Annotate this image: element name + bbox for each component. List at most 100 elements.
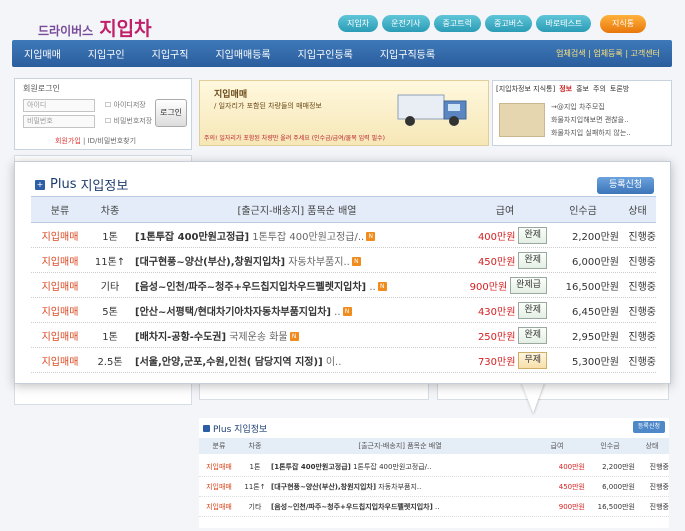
row-vehicle: 2.5톤 xyxy=(97,356,123,368)
row-vehicle: 11톤↑ xyxy=(94,256,126,268)
notice-item[interactable]: 화물차지입해보면 괜찮을.. xyxy=(551,114,631,127)
save-id-checkbox[interactable]: ☐ 아이디저장 xyxy=(105,100,146,110)
row-desc[interactable]: .. xyxy=(334,307,340,318)
mini-pay: 450만원 xyxy=(558,483,585,491)
row-desc[interactable]: 국제운송 화물 xyxy=(229,332,287,343)
mini-amount: 16,500만원 xyxy=(597,503,635,511)
row-category[interactable]: 지입매매 xyxy=(31,303,89,318)
top-tab-used-truck[interactable]: 중고트럭 xyxy=(433,15,481,32)
table-row[interactable]: 지입매매 기타 [음성~인천/파주~청주+우드칩지입차우드펠렛지입차] .. N … xyxy=(31,273,656,298)
banner-subtitle: / 일자리가 포함된 차량들의 매매정보 xyxy=(214,102,322,110)
mini-category[interactable]: 지입매매 xyxy=(199,462,239,472)
row-category[interactable]: 지입매매 xyxy=(31,278,89,293)
mini-col-route: [출근지-배송지] 품목순 배열 xyxy=(358,442,442,450)
row-category[interactable]: 지입매매 xyxy=(31,353,89,368)
top-tab-used-bus[interactable]: 중고버스 xyxy=(485,15,533,32)
mini-table-row[interactable]: 지입매매 11톤↑ [대구현풍~양산(부산),창원지입차] 자동차부품지.. 4… xyxy=(199,478,669,497)
notice-item[interactable]: →@지입 차주모집 xyxy=(551,101,631,114)
row-pay-type: 완제 xyxy=(518,226,547,244)
mini-pay: 900만원 xyxy=(558,503,585,511)
row-category[interactable]: 지입매매 xyxy=(31,253,89,268)
table-row[interactable]: 지입매매 1톤 [1톤투잡 400만원고정급] 1톤투잡 400만원고정급/..… xyxy=(31,223,656,248)
nav-right-links[interactable]: 업체검색 | 업체등록 | 고객센터 xyxy=(556,40,660,67)
table-row[interactable]: 지입매매 11톤↑ [대구현풍~양산(부산),창원지입차] 자동차부품지.. N … xyxy=(31,248,656,273)
col-status: 상태 xyxy=(628,206,647,217)
col-pay: 급여 xyxy=(495,206,515,217)
nav-item-job-seek-register[interactable]: 지입구직등록 xyxy=(380,46,435,61)
sale-banner[interactable]: 지입매매 / 일자리가 포함된 차량들의 매매정보 주의! 일자리가 포함된 차… xyxy=(199,80,489,146)
table-row[interactable]: 지입매매 2.5톤 [서울,안양,군포,수원,인천( 담당지역 지정)] 이..… xyxy=(31,348,656,373)
mini-category[interactable]: 지입매매 xyxy=(199,482,239,492)
row-route[interactable]: [배차지-공항-수도권] xyxy=(135,332,226,343)
mini-route[interactable]: [1톤투잡 400만원고정급] xyxy=(271,463,351,471)
notice-tab-promo[interactable]: 홍보 xyxy=(576,84,589,94)
col-category: 분류 xyxy=(50,206,70,217)
nav-item-job-seek[interactable]: 지입구직 xyxy=(152,46,189,61)
row-category[interactable]: 지입매매 xyxy=(31,328,89,343)
login-pw-input[interactable]: 비밀번호 xyxy=(23,115,95,128)
top-tab-jiipcha[interactable]: 지입차 xyxy=(338,15,379,32)
title-text: 지입정보 xyxy=(80,179,129,194)
table-row[interactable]: 지입매매 1톤 [배차지-공항-수도권] 국제운송 화물 N 250만원 완제 2,… xyxy=(31,323,656,348)
row-vehicle: 1톤 xyxy=(102,331,118,343)
register-button[interactable]: 등록신청 xyxy=(597,177,654,194)
row-vehicle: 5톤 xyxy=(102,306,118,318)
row-desc[interactable]: 1톤투잡 400만원고정급/.. xyxy=(252,232,364,243)
table-row[interactable]: 지입매매 5톤 [안산~서평택/현대차기아차자동차부품지입차] .. N 430만… xyxy=(31,298,656,323)
table-header: 분류 차종 [출근지-배송지] 품목순 배열 급여 인수금 상태 xyxy=(31,196,656,223)
row-desc[interactable]: 이.. xyxy=(326,357,342,368)
nav-item-sale[interactable]: 지입매매 xyxy=(24,46,61,61)
col-amount: 인수금 xyxy=(569,206,597,217)
row-pay: 430만원 xyxy=(477,306,516,318)
row-amount: 2,200만원 xyxy=(571,231,619,243)
notice-tab-header[interactable]: [지입차정보 지식통] xyxy=(496,84,555,94)
mini-plus-info: Plus 지입정보 등록신청 분류 차종 [출근지-배송지] 품목순 배열 급여… xyxy=(199,418,669,528)
mini-bullet-icon xyxy=(203,425,210,432)
mini-desc[interactable]: .. xyxy=(435,503,439,511)
row-route[interactable]: [안산~서평택/현대차기아차자동차부품지입차] xyxy=(135,307,331,318)
join-link[interactable]: 회원가입 xyxy=(55,137,81,145)
mini-category[interactable]: 지입매매 xyxy=(199,502,239,512)
notice-tab-forum[interactable]: 토론방 xyxy=(610,84,629,94)
row-category[interactable]: 지입매매 xyxy=(31,228,89,243)
mini-register-button[interactable]: 등록신청 xyxy=(632,421,665,433)
nav-item-sale-register[interactable]: 지입매매등록 xyxy=(215,46,270,61)
nav-item-hiring-register[interactable]: 지입구인등록 xyxy=(298,46,353,61)
site-logo[interactable]: 드라이버스 지입차 xyxy=(38,14,152,41)
mini-col-vehicle: 차종 xyxy=(248,442,262,450)
mini-table-row[interactable]: 지입매매 기타 [음성~인천/파주~청주+우드칩지입차우드펠렛지입차] .. 9… xyxy=(199,498,669,517)
save-id-label: 아이디저장 xyxy=(113,101,146,109)
row-route[interactable]: [1톤투잡 400만원고정급] xyxy=(135,232,249,243)
row-desc[interactable]: .. xyxy=(369,282,375,293)
top-tab-test[interactable]: 바로테스트 xyxy=(536,15,592,32)
mini-col-amount: 인수금 xyxy=(600,442,620,450)
top-tab-driver[interactable]: 운전기사 xyxy=(382,15,430,32)
notice-tab-info[interactable]: 정보 xyxy=(559,84,572,94)
section-title: + Plus 지입정보 xyxy=(35,175,128,194)
new-icon: N xyxy=(377,282,387,291)
row-route[interactable]: [서울,안양,군포,수원,인천( 담당지역 지정)] xyxy=(135,357,323,368)
find-account-link[interactable]: ID/비밀번호찾기 xyxy=(88,137,136,145)
row-route[interactable]: [대구현풍~양산(부산),창원지입차] xyxy=(135,257,285,268)
row-pay: 450만원 xyxy=(477,256,516,268)
login-id-input[interactable]: 아이디 xyxy=(23,99,95,112)
mini-status: 진행중 xyxy=(649,483,669,491)
main-nav: 지입매매 지입구인 지입구직 지입매매등록 지입구인등록 지입구직등록 업체검색… xyxy=(12,40,672,67)
mini-desc[interactable]: 자동차부품지.. xyxy=(378,483,421,491)
row-desc[interactable]: 자동차부품지.. xyxy=(288,257,350,268)
login-button[interactable]: 로그인 xyxy=(155,99,187,127)
mini-table-row[interactable]: 지입매매 1톤 [1톤투잡 400만원고정급] 1톤투잡 400만원고정급/..… xyxy=(199,458,669,477)
mini-route[interactable]: [대구현풍~양산(부산),창원지입차] xyxy=(271,483,376,491)
nav-item-hiring[interactable]: 지입구인 xyxy=(88,46,125,61)
notice-tabs: [지입차정보 지식통] 정보 홍보 주의 토론방 xyxy=(493,81,671,97)
top-tab-knowledge[interactable]: 지식통 xyxy=(600,15,647,33)
save-pw-checkbox[interactable]: ☐ 비밀번호저장 xyxy=(105,116,152,126)
row-route[interactable]: [음성~인천/파주~청주+우드칩지입차우드펠렛지입차] xyxy=(135,282,366,293)
mini-desc[interactable]: 1톤투잡 400만원고정급/.. xyxy=(353,463,431,471)
mini-col-pay: 급여 xyxy=(550,442,564,450)
notice-tab-caution[interactable]: 주의 xyxy=(593,84,606,94)
row-status: 진행중 xyxy=(628,231,656,243)
notice-item[interactable]: 화물차지입 실패하지 않는.. xyxy=(551,127,631,140)
mini-route[interactable]: [음성~인천/파주~청주+우드칩지입차우드펠렛지입차] xyxy=(271,503,433,511)
mini-table-header: 분류 차종 [출근지-배송지] 품목순 배열 급여 인수금 상태 xyxy=(199,438,669,454)
